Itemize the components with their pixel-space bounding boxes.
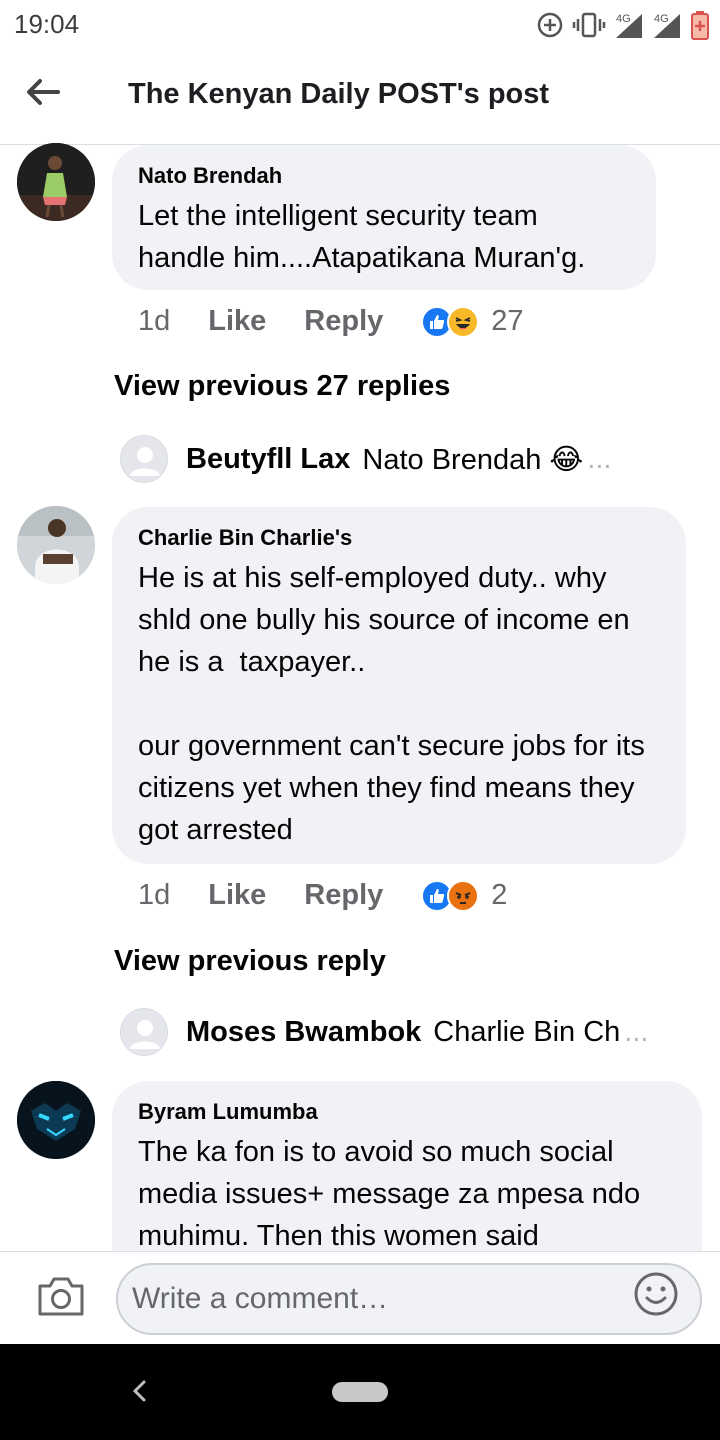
chevron-left-icon — [132, 1380, 146, 1402]
reply-preview[interactable]: Beutyfll Lax Nato Brendah 😂 ... — [120, 435, 611, 483]
view-previous-replies[interactable]: View previous 27 replies — [114, 370, 450, 403]
reply-text: Nato Brendah 😂 — [362, 443, 584, 476]
signal-icon: 4G — [654, 13, 680, 38]
reaction-summary[interactable]: 27 — [421, 305, 524, 338]
svg-text:4G: 4G — [616, 13, 631, 25]
reply-author: Moses Bwambok — [186, 1015, 422, 1048]
comment-bubble: Charlie Bin Charlie's He is at his self-… — [112, 507, 686, 864]
home-button[interactable] — [332, 1382, 388, 1402]
haha-reaction-icon — [447, 305, 480, 338]
reply-button[interactable]: Reply — [304, 879, 383, 912]
comment-composer: Write a comment… — [0, 1251, 720, 1344]
avatar — [120, 1008, 168, 1056]
comment-bubble: Nato Brendah Let the intelligent securit… — [112, 145, 656, 290]
reply-ellipsis: ... — [624, 1015, 649, 1048]
like-button[interactable]: Like — [208, 305, 266, 338]
comment-input[interactable]: Write a comment… — [116, 1263, 702, 1335]
emoji-button[interactable] — [632, 1270, 680, 1318]
comment-text: The ka fon is to avoid so much social me… — [138, 1136, 649, 1252]
reaction-summary[interactable]: 2 — [421, 879, 507, 912]
comment-text: Let the intelligent security team handle… — [138, 200, 586, 274]
angry-reaction-icon — [447, 879, 480, 912]
comment-author[interactable]: Byram Lumumba — [138, 1099, 676, 1125]
comment-time[interactable]: 1d — [138, 879, 170, 912]
comment-actions: 1d Like Reply 2 — [138, 879, 507, 912]
svg-text:4G: 4G — [654, 13, 669, 25]
page-title: The Kenyan Daily POST's post — [128, 78, 550, 110]
back-button[interactable] — [22, 72, 72, 112]
comment-text: He is at his self-employed duty.. why sh… — [138, 562, 645, 846]
reply-author: Beutyfll Lax — [186, 442, 351, 475]
status-time: 19:04 — [14, 9, 80, 39]
smiley-icon — [634, 1272, 678, 1316]
reaction-count: 2 — [491, 879, 508, 911]
reply-button[interactable]: Reply — [304, 305, 383, 338]
status-icons: 4G 4G — [536, 8, 710, 42]
view-previous-replies[interactable]: View previous reply — [114, 945, 386, 978]
comment-author[interactable]: Charlie Bin Charlie's — [138, 525, 660, 551]
like-button[interactable]: Like — [208, 879, 266, 912]
reply-ellipsis: ... — [587, 442, 612, 475]
comment-time[interactable]: 1d — [138, 305, 170, 338]
battery-low-icon — [691, 11, 709, 40]
reply-preview[interactable]: Moses Bwambok Charlie Bin Ch ... — [120, 1008, 648, 1056]
camera-button[interactable] — [36, 1274, 86, 1318]
avatar — [120, 435, 168, 483]
comment-actions: 1d Like Reply 27 — [138, 305, 524, 338]
data-saver-icon — [537, 12, 563, 38]
signal-icon: 4G — [616, 13, 642, 38]
arrow-left-icon — [27, 79, 60, 105]
comment-author[interactable]: Nato Brendah — [138, 163, 630, 189]
reply-text: Charlie Bin Ch — [433, 1015, 621, 1048]
camera-icon — [38, 1277, 84, 1316]
system-back-button[interactable] — [126, 1376, 152, 1406]
avatar[interactable] — [17, 143, 95, 221]
post-header: The Kenyan Daily POST's post — [0, 50, 720, 145]
system-nav-bar — [0, 1344, 720, 1440]
vibrate-icon — [572, 12, 606, 38]
avatar[interactable] — [17, 506, 95, 584]
avatar[interactable] — [17, 1081, 95, 1159]
status-bar: 19:04 4G 4G — [0, 0, 720, 50]
reaction-count: 27 — [491, 305, 524, 337]
